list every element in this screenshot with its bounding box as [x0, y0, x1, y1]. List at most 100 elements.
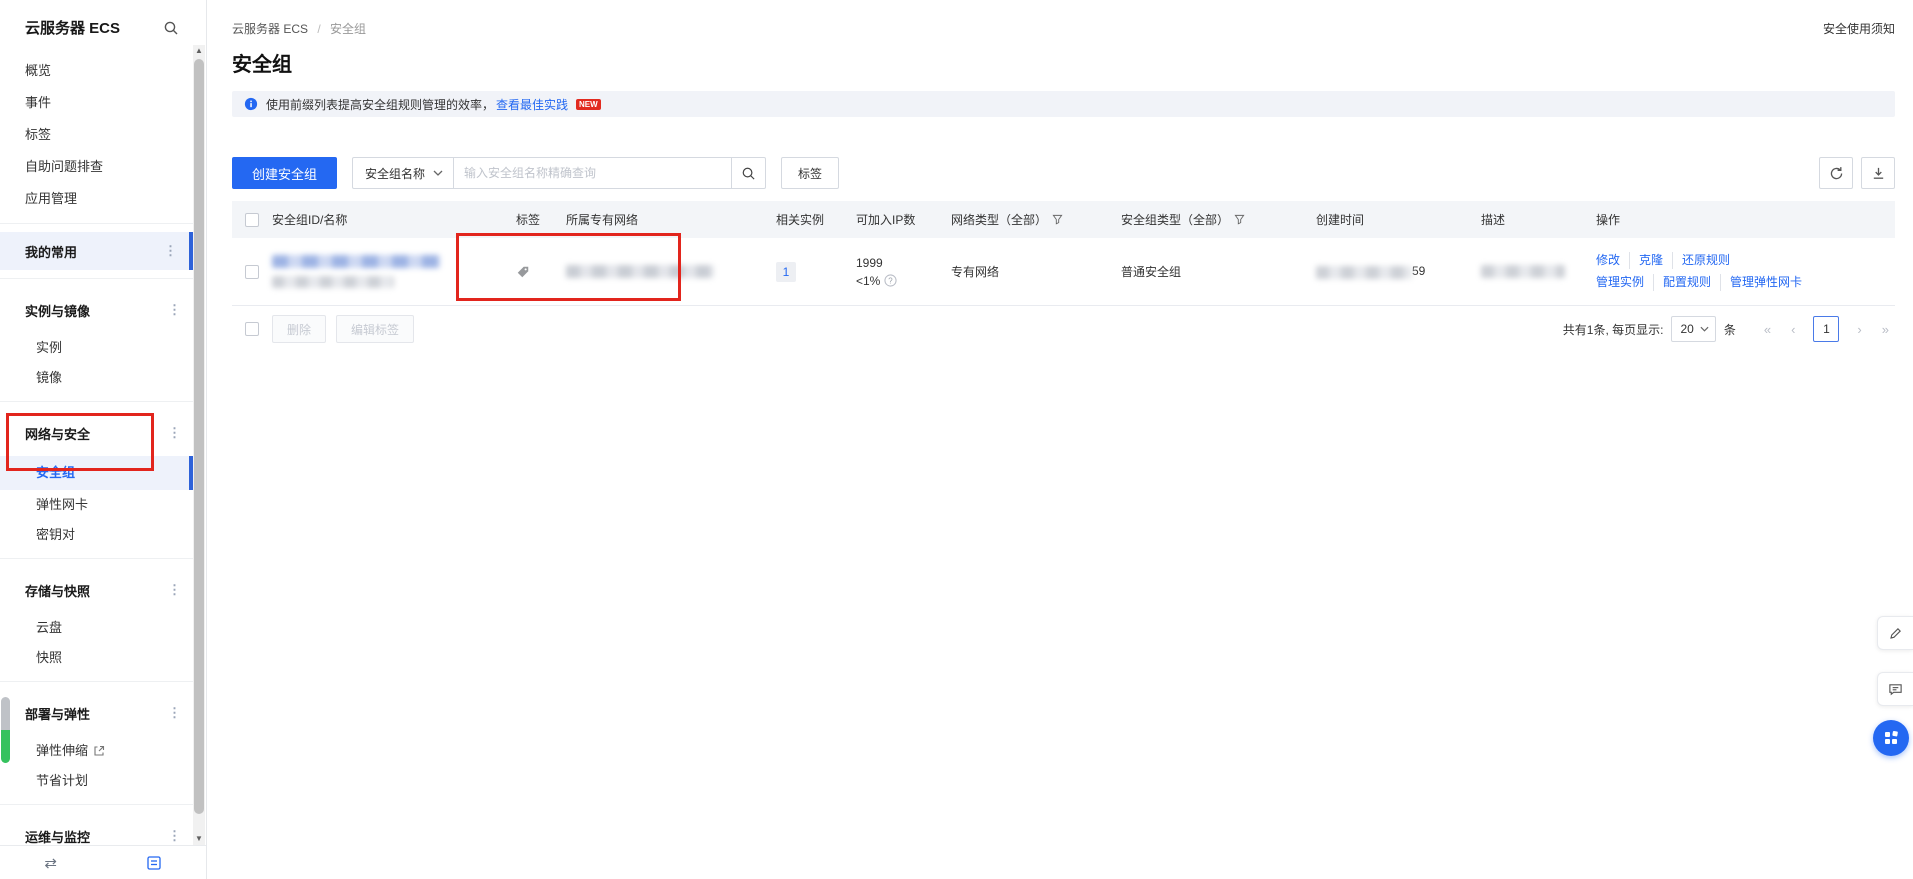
sidebar-item-disks[interactable]: 云盘: [0, 613, 193, 643]
redacted-sg-name: [272, 276, 394, 288]
apps-grid-icon: [1883, 730, 1899, 746]
pagination: 共有1条, 每页显示: 20 条 « ‹ 1 › »: [1563, 316, 1895, 342]
switch-version-icon[interactable]: ⇄: [44, 854, 57, 872]
page-title: 安全组: [232, 51, 1895, 79]
filter-field-label: 安全组名称: [365, 165, 425, 182]
created-time-visible: 59: [1412, 264, 1425, 278]
sidebar-item-key-pairs[interactable]: 密钥对: [0, 520, 193, 550]
action-configure-rules[interactable]: 配置规则: [1653, 274, 1720, 291]
tag-icon[interactable]: [516, 265, 566, 279]
feedback-pencil-button[interactable]: [1877, 616, 1913, 650]
header-description: 描述: [1481, 211, 1596, 228]
action-manage-instances[interactable]: 管理实例: [1596, 274, 1653, 291]
breadcrumb-current: 安全组: [330, 22, 366, 36]
info-banner: 使用前缀列表提高安全组规则管理的效率， 查看最佳实践 NEW: [232, 91, 1895, 117]
header-sg-id-name: 安全组ID/名称: [272, 211, 516, 228]
security-notice-link[interactable]: 安全使用须知: [1823, 20, 1895, 37]
redacted-description: [1481, 265, 1565, 278]
refresh-button[interactable]: [1819, 157, 1853, 189]
select-all-checkbox[interactable]: [245, 213, 259, 227]
sidebar-item-tags[interactable]: 标签: [0, 119, 193, 151]
action-modify[interactable]: 修改: [1596, 252, 1629, 269]
action-restore-rules[interactable]: 还原规则: [1672, 252, 1739, 269]
joinable-ip-pct: <1%: [856, 272, 880, 290]
support-chat-button[interactable]: [1877, 672, 1913, 706]
cell-network-type: 专有网络: [951, 263, 1121, 280]
filter-funnel-icon[interactable]: [1234, 214, 1245, 225]
cell-tags[interactable]: [516, 265, 566, 279]
sidebar-item-app-management[interactable]: 应用管理: [0, 183, 193, 215]
sidebar-item-savings-plans[interactable]: 节省计划: [0, 766, 193, 796]
sidebar-group-storage-snapshots[interactable]: 存储与快照 ⋮: [0, 567, 193, 613]
sidebar-group-ops-monitoring[interactable]: 运维与监控 ⋮: [0, 813, 193, 845]
download-button[interactable]: [1861, 157, 1895, 189]
kebab-menu-icon[interactable]: ⋮: [168, 425, 181, 441]
cell-joinable-ip: 1999 <1% ?: [856, 254, 951, 290]
current-page[interactable]: 1: [1813, 316, 1839, 342]
kebab-menu-icon[interactable]: ⋮: [168, 302, 181, 318]
cell-description: [1481, 265, 1596, 278]
related-instances-count[interactable]: 1: [776, 262, 796, 282]
scroll-down-icon[interactable]: ▼: [193, 833, 205, 845]
header-vpc: 所属专有网络: [566, 211, 776, 228]
best-practice-link[interactable]: 查看最佳实践: [496, 96, 568, 113]
first-page-button[interactable]: «: [1758, 322, 1777, 337]
doc-list-icon[interactable]: [146, 855, 162, 871]
action-manage-eni[interactable]: 管理弹性网卡: [1720, 274, 1811, 291]
redacted-created-time: [1316, 266, 1412, 279]
sidebar-item-images[interactable]: 镜像: [0, 363, 193, 393]
sidebar-group-favorites[interactable]: 我的常用 ⋮: [0, 232, 193, 270]
sidebar-group-network-security[interactable]: 网络与安全 ⋮: [0, 410, 193, 456]
cell-vpc: [566, 265, 776, 278]
row-checkbox[interactable]: [245, 265, 259, 279]
toolbox-panel-button[interactable]: [1873, 720, 1909, 756]
kebab-menu-icon[interactable]: ⋮: [164, 243, 177, 259]
item-label: 弹性伸缩: [36, 736, 88, 766]
sidebar-item-security-groups[interactable]: 安全组: [0, 456, 193, 490]
cell-sg-id-name[interactable]: [272, 255, 516, 288]
group-label: 网络与安全: [25, 424, 90, 443]
edit-tags-button[interactable]: 编辑标签: [336, 315, 414, 343]
scrollbar-thumb[interactable]: [194, 59, 204, 814]
footer-select-all-checkbox[interactable]: [245, 322, 259, 336]
sidebar-group-instances-images[interactable]: 实例与镜像 ⋮: [0, 287, 193, 333]
sidebar-item-events[interactable]: 事件: [0, 87, 193, 119]
search-group: 安全组名称: [352, 157, 766, 189]
sidebar-item-overview[interactable]: 概览: [0, 55, 193, 87]
filter-funnel-icon[interactable]: [1052, 214, 1063, 225]
search-input[interactable]: [454, 157, 732, 189]
sidebar-item-auto-scaling[interactable]: 弹性伸缩: [0, 736, 193, 766]
scroll-up-icon[interactable]: ▲: [193, 45, 205, 57]
search-button[interactable]: [732, 157, 766, 189]
kebab-menu-icon[interactable]: ⋮: [168, 705, 181, 721]
divider: [0, 223, 193, 224]
divider: [0, 804, 193, 805]
breadcrumb-root[interactable]: 云服务器 ECS: [232, 22, 308, 36]
breadcrumb-separator: /: [317, 22, 320, 36]
last-page-button[interactable]: »: [1876, 322, 1895, 337]
per-page-select[interactable]: 20: [1671, 316, 1715, 342]
create-security-group-button[interactable]: 创建安全组: [232, 157, 337, 189]
sidebar-item-eni[interactable]: 弹性网卡: [0, 490, 193, 520]
kebab-menu-icon[interactable]: ⋮: [168, 828, 181, 844]
sidebar-scrollbar[interactable]: ▲ ▼: [193, 45, 205, 845]
joinable-ip-count: 1999: [856, 254, 951, 272]
question-circle-icon[interactable]: ?: [884, 274, 897, 287]
tags-filter-button[interactable]: 标签: [781, 157, 839, 189]
prev-page-button[interactable]: ‹: [1785, 322, 1801, 337]
action-clone[interactable]: 克隆: [1629, 252, 1672, 269]
search-icon[interactable]: [163, 20, 179, 36]
table-row: 1 1999 <1% ? 专有网络 普通安全组 59: [232, 238, 1895, 306]
sidebar-group-deploy-elasticity[interactable]: 部署与弹性 ⋮: [0, 690, 193, 736]
sidebar-item-instances[interactable]: 实例: [0, 333, 193, 363]
banner-text: 使用前缀列表提高安全组规则管理的效率，: [266, 96, 494, 113]
sidebar-item-troubleshooting[interactable]: 自助问题排查: [0, 151, 193, 183]
next-page-button[interactable]: ›: [1851, 322, 1867, 337]
sidebar-header: 云服务器 ECS: [0, 0, 193, 55]
delete-button[interactable]: 删除: [272, 315, 326, 343]
group-label: 实例与镜像: [25, 301, 90, 320]
sidebar-item-snapshots[interactable]: 快照: [0, 643, 193, 673]
edge-progress-indicator: [1, 697, 10, 763]
filter-field-select[interactable]: 安全组名称: [352, 157, 454, 189]
kebab-menu-icon[interactable]: ⋮: [168, 582, 181, 598]
